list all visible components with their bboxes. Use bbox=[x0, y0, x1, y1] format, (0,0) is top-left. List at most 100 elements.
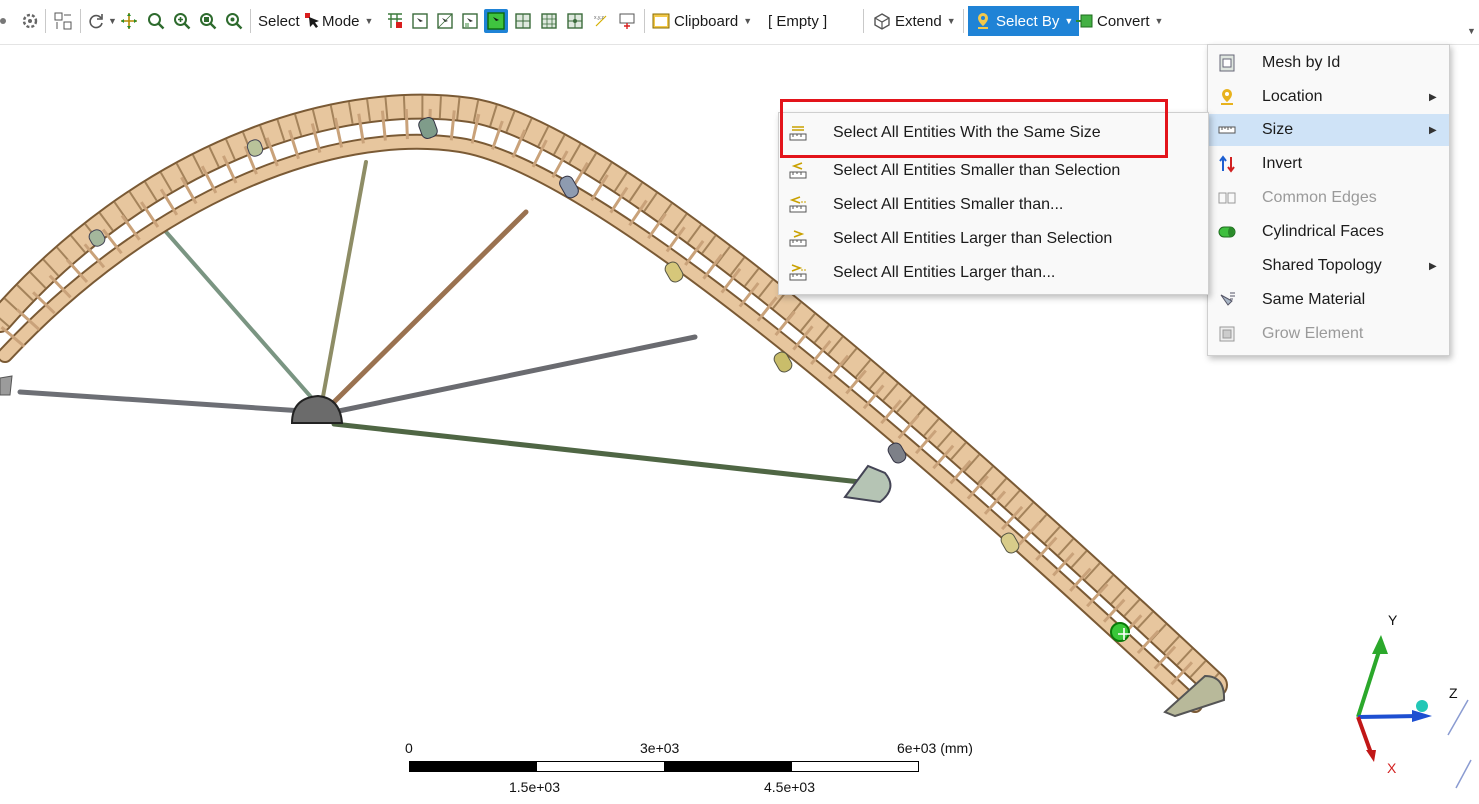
rotate-dropdown-caret[interactable]: ▼ bbox=[108, 16, 117, 26]
menu-item-size[interactable]: Size ▶ bbox=[1208, 114, 1449, 146]
menu-item-location[interactable]: Location ▶ bbox=[1208, 81, 1449, 113]
location-pin-icon bbox=[978, 13, 988, 29]
grow-element-label: Grow Element bbox=[1262, 325, 1364, 342]
select-body-icon bbox=[487, 12, 505, 30]
scale-label-0: 0 bbox=[405, 740, 413, 756]
clipboard-dropdown[interactable]: Clipboard ▼ bbox=[652, 8, 752, 34]
submenu-arrow-icon: ▶ bbox=[1429, 124, 1437, 136]
common-edges-icon bbox=[1218, 192, 1236, 204]
chevron-down-icon: ▼ bbox=[946, 16, 956, 26]
x-axis-label: X bbox=[1387, 760, 1397, 776]
clipboard-label: Clipboard bbox=[674, 12, 739, 30]
coordinate-triad bbox=[1356, 635, 1472, 789]
highlight-callout bbox=[780, 99, 1168, 158]
location-label: Location bbox=[1262, 88, 1323, 105]
menu-item-smaller-than-selection[interactable]: Select All Entities Smaller than Selecti… bbox=[779, 155, 1208, 187]
convert-label: Convert bbox=[1097, 12, 1150, 30]
smaller-than-label: Select All Entities Smaller than... bbox=[833, 196, 1064, 213]
xyz-hint-text: x,y,z bbox=[594, 15, 604, 21]
select-element-icon[interactable] bbox=[540, 12, 558, 30]
larger-selection-icon bbox=[789, 230, 807, 247]
rotate-icon[interactable] bbox=[87, 12, 105, 30]
menu-item-common-edges[interactable]: Common Edges bbox=[1208, 182, 1449, 214]
extend-dropdown[interactable]: Extend ▼ bbox=[873, 8, 956, 34]
invert-arrows-icon bbox=[1219, 155, 1235, 173]
extend-icon bbox=[874, 13, 890, 30]
select-cursor-icon bbox=[304, 13, 319, 28]
convert-icon bbox=[1076, 14, 1093, 28]
larger-than-icon bbox=[789, 264, 807, 281]
z-axis-label: Z bbox=[1449, 685, 1458, 701]
zoom-box-icon[interactable] bbox=[225, 12, 243, 30]
same-material-label: Same Material bbox=[1262, 291, 1366, 308]
chevron-down-icon: ▼ bbox=[1064, 16, 1074, 26]
scale-label-4-5e3: 4.5e+03 bbox=[764, 779, 815, 795]
scale-segment-4 bbox=[791, 761, 919, 772]
location-pin-icon bbox=[1221, 89, 1233, 105]
settings-gear-icon[interactable] bbox=[21, 12, 39, 30]
zoom-fit-icon[interactable] bbox=[199, 12, 217, 30]
left-end-stub bbox=[0, 375, 13, 396]
cylindrical-faces-label: Cylindrical Faces bbox=[1262, 223, 1384, 240]
menu-item-grow-element[interactable]: Grow Element bbox=[1208, 318, 1449, 350]
y-axis-arrow bbox=[1372, 635, 1388, 654]
mode-dropdown[interactable]: Mode ▼ bbox=[322, 8, 373, 34]
hit-point-icon[interactable] bbox=[618, 12, 636, 30]
xyz-coordinate-icon[interactable]: x,y,z bbox=[592, 12, 610, 30]
cylinder-icon bbox=[1218, 226, 1236, 238]
submenu-arrow-icon: ▶ bbox=[1429, 260, 1437, 272]
zoom-in-icon[interactable] bbox=[173, 12, 191, 30]
pivot-bracket bbox=[843, 464, 892, 504]
smaller-than-selection-label: Select All Entities Smaller than Selecti… bbox=[833, 162, 1121, 179]
viewport-layout-icon[interactable] bbox=[54, 12, 72, 30]
select-by-dropdown[interactable]: Select By ▼ bbox=[968, 6, 1080, 36]
select-mesh-icon[interactable] bbox=[386, 12, 404, 30]
select-edge-icon[interactable] bbox=[436, 12, 454, 30]
select-by-label: Select By bbox=[996, 12, 1060, 30]
scale-label-6e3: 6e+03 (mm) bbox=[897, 740, 973, 756]
mesh-id-icon bbox=[1219, 54, 1235, 72]
convert-dropdown[interactable]: Convert ▼ bbox=[1075, 8, 1163, 34]
select-element-face-icon[interactable] bbox=[514, 12, 532, 30]
select-body-button[interactable] bbox=[484, 9, 508, 33]
zoom-icon[interactable] bbox=[147, 12, 165, 30]
menu-item-invert[interactable]: Invert bbox=[1208, 148, 1449, 180]
scale-label-3e3: 3e+03 bbox=[640, 740, 680, 756]
menu-item-mesh-by-id[interactable]: Mesh by Id bbox=[1208, 47, 1449, 79]
chevron-down-icon: ▼ bbox=[1154, 16, 1164, 26]
y-axis-label: Y bbox=[1388, 612, 1398, 628]
graphics-options-icon[interactable] bbox=[0, 12, 10, 30]
select-vertex-icon[interactable] bbox=[411, 12, 429, 30]
menu-item-smaller-than[interactable]: Select All Entities Smaller than... bbox=[779, 189, 1208, 221]
select-button[interactable]: Select bbox=[258, 8, 322, 34]
select-by-menu: Mesh by Id Location ▶ Size ▶ Invert Comm… bbox=[1207, 44, 1450, 356]
material-icon bbox=[1220, 292, 1235, 306]
pan-icon[interactable] bbox=[120, 12, 138, 30]
shared-topology-label: Shared Topology bbox=[1262, 257, 1382, 274]
size-label: Size bbox=[1262, 121, 1294, 138]
scale-segment-2 bbox=[537, 761, 664, 772]
menu-item-shared-topology[interactable]: Shared Topology ▶ bbox=[1208, 250, 1449, 282]
larger-than-selection-label: Select All Entities Larger than Selectio… bbox=[833, 230, 1113, 247]
scale-segment-3 bbox=[664, 761, 791, 772]
scale-segment-1 bbox=[409, 761, 537, 772]
selected-anchor bbox=[1110, 622, 1130, 642]
mode-label: Mode bbox=[322, 12, 360, 30]
scale-label-1-5e3: 1.5e+03 bbox=[509, 779, 560, 795]
grow-element-icon bbox=[1219, 326, 1235, 342]
toolbar-overflow-icon[interactable]: ▼ bbox=[1467, 26, 1476, 36]
clipboard-state-text: [ Empty ] bbox=[768, 12, 828, 30]
clipboard-state: [ Empty ] bbox=[768, 8, 827, 34]
menu-item-cylindrical-faces[interactable]: Cylindrical Faces bbox=[1208, 216, 1449, 248]
larger-than-label: Select All Entities Larger than... bbox=[833, 264, 1056, 281]
x-axis-arrow bbox=[1366, 750, 1376, 762]
invert-label: Invert bbox=[1262, 155, 1303, 172]
menu-item-larger-than-selection[interactable]: Select All Entities Larger than Selectio… bbox=[779, 223, 1208, 255]
select-face-icon[interactable] bbox=[461, 12, 479, 30]
select-node-icon[interactable] bbox=[566, 12, 584, 30]
main-toolbar: ▼ Select Mode ▼ x,y,z Clipboard ▼ [ Empt… bbox=[0, 0, 1479, 45]
menu-item-same-material[interactable]: Same Material bbox=[1208, 284, 1449, 316]
submenu-arrow-icon: ▶ bbox=[1429, 91, 1437, 103]
select-label: Select bbox=[258, 12, 300, 30]
menu-item-larger-than[interactable]: Select All Entities Larger than... bbox=[779, 257, 1208, 289]
